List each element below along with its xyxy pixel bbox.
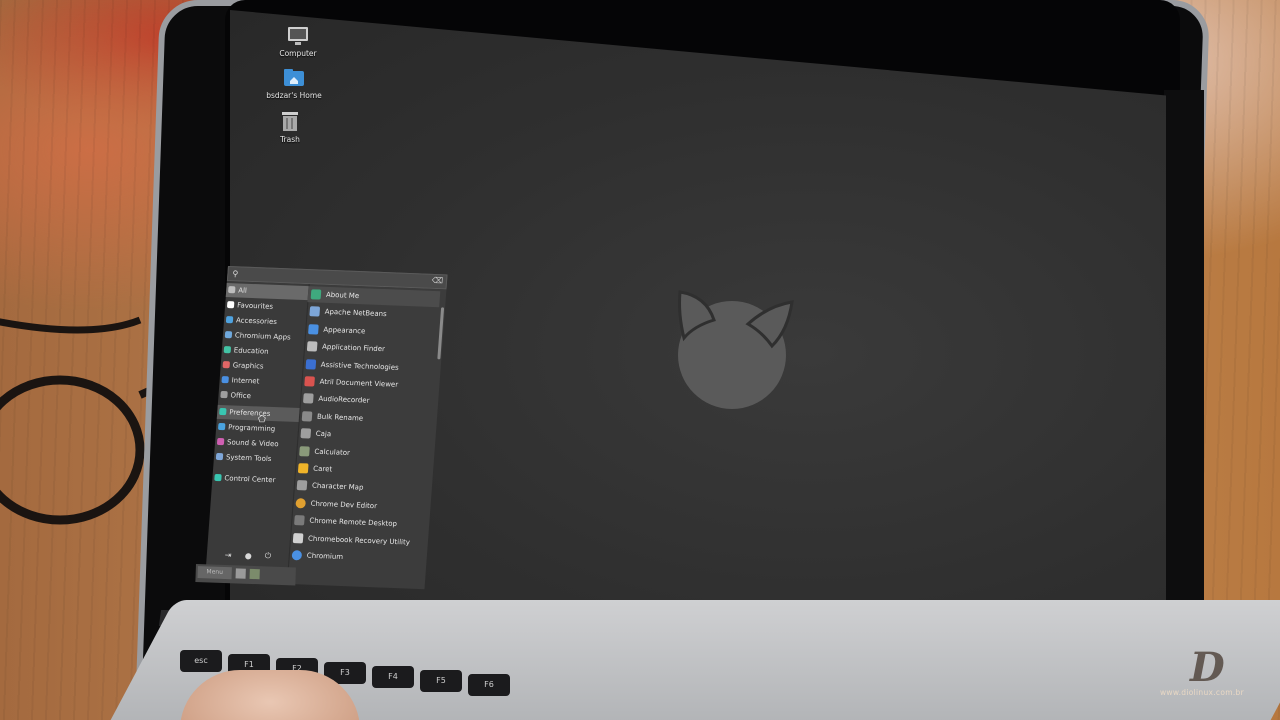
lock-icon[interactable]: ● — [244, 551, 252, 560]
remote-desktop-icon — [294, 515, 305, 526]
character-map-icon — [296, 480, 308, 491]
netbeans-icon — [309, 306, 321, 318]
computer-icon — [288, 27, 308, 45]
star-icon — [228, 286, 236, 294]
category-system-tools[interactable]: System Tools — [213, 450, 296, 467]
watermark-logo: D — [1190, 644, 1225, 691]
key-f5: F5 — [420, 670, 462, 692]
desktop-icon-home[interactable]: bsdzar's Home — [259, 68, 329, 100]
graphics-icon — [222, 361, 231, 369]
rename-icon — [301, 410, 313, 422]
app-label: Atril Document Viewer — [319, 377, 399, 389]
desktop-icon-computer[interactable]: Computer — [263, 26, 333, 58]
accessories-icon — [225, 316, 234, 324]
app-label: Character Map — [311, 482, 364, 493]
accessibility-icon — [305, 358, 317, 370]
category-label: All — [237, 286, 248, 295]
category-label: System Tools — [225, 453, 272, 464]
search-icon: ⚲ — [232, 269, 239, 279]
chromium-icon — [291, 550, 303, 561]
mouse-cursor: ⬠ — [258, 415, 266, 425]
category-label: Accessories — [235, 316, 278, 326]
file-manager-icon — [300, 428, 312, 439]
app-label: Chromium — [306, 551, 344, 562]
home-folder-icon — [284, 69, 304, 86]
internet-icon — [221, 375, 229, 384]
freebsd-logo — [678, 290, 794, 409]
app-label: Calculator — [314, 447, 351, 457]
app-label: Bulk Rename — [316, 412, 364, 423]
heart-icon — [226, 301, 235, 309]
trash-icon — [282, 112, 298, 131]
caret-icon — [297, 463, 309, 474]
key-f4: F4 — [372, 666, 414, 688]
app-label: Application Finder — [321, 342, 386, 354]
appearance-icon — [308, 324, 319, 335]
menu-button[interactable]: Menu — [197, 566, 232, 580]
app-label: About Me — [325, 290, 360, 301]
app-label: Assistive Technologies — [320, 360, 400, 372]
category-label: Control Center — [224, 474, 276, 485]
show-desktop-icon[interactable] — [235, 568, 246, 579]
key-f6: F6 — [468, 674, 510, 696]
clear-search-icon[interactable]: ⌫ — [431, 276, 443, 285]
app-label: Apache NetBeans — [324, 308, 387, 319]
app-item[interactable]: Chromium — [288, 547, 421, 568]
education-icon — [223, 346, 232, 354]
key-esc: esc — [180, 650, 222, 672]
sound-video-icon — [216, 437, 225, 446]
app-label: Caret — [312, 464, 333, 474]
chrome-icon — [295, 497, 307, 509]
category-label: Chromium Apps — [234, 331, 292, 342]
category-control-center[interactable]: Control Center — [212, 471, 295, 488]
app-label: Chrome Remote Desktop — [309, 516, 398, 529]
watermark-url: www.diolinux.com.br — [1160, 688, 1244, 697]
calculator-icon — [299, 445, 310, 457]
pdf-icon — [304, 376, 315, 387]
app-label: Chrome Dev Editor — [310, 499, 378, 511]
user-icon — [310, 289, 322, 300]
app-label: Chromebook Recovery Utility — [307, 534, 411, 547]
application-menu: ⚲ ⌫ All Favourites Accessories Chromium App… — [204, 266, 448, 604]
programming-icon — [217, 422, 226, 431]
bottom-panel: Menu — [195, 564, 296, 586]
control-center-icon — [214, 473, 222, 482]
app-list: About Me Apache NetBeans Appearance Applica… — [287, 284, 443, 589]
category-label: Education — [233, 346, 269, 356]
desktop-icon-label: Trash — [280, 135, 300, 144]
category-label: Office — [230, 391, 252, 401]
category-label: Sound & Video — [226, 438, 279, 449]
category-label: Internet — [231, 376, 260, 386]
app-label: Caja — [315, 429, 332, 439]
app-label: AudioRecorder — [318, 395, 370, 406]
desktop-icon-trash[interactable]: Trash — [255, 110, 325, 144]
logout-icon[interactable]: ⇥ — [224, 550, 231, 559]
preferences-icon — [219, 407, 227, 416]
power-icon[interactable]: ⏻ — [264, 551, 271, 561]
category-label: Favourites — [236, 301, 274, 311]
category-office[interactable]: Office — [218, 388, 301, 405]
microphone-icon — [302, 393, 314, 404]
desktop-icon-label: bsdzar's Home — [266, 91, 322, 100]
category-label: Programming — [227, 423, 276, 434]
chromium-apps-icon — [224, 331, 233, 339]
desktop-icon-label: Computer — [279, 49, 317, 58]
search-icon — [306, 341, 318, 352]
recovery-icon — [292, 532, 304, 544]
system-tools-icon — [215, 452, 224, 461]
app-label: Appearance — [323, 325, 366, 336]
office-icon — [220, 390, 228, 399]
category-label: Graphics — [232, 361, 264, 371]
file-manager-launcher-icon[interactable] — [249, 568, 260, 580]
